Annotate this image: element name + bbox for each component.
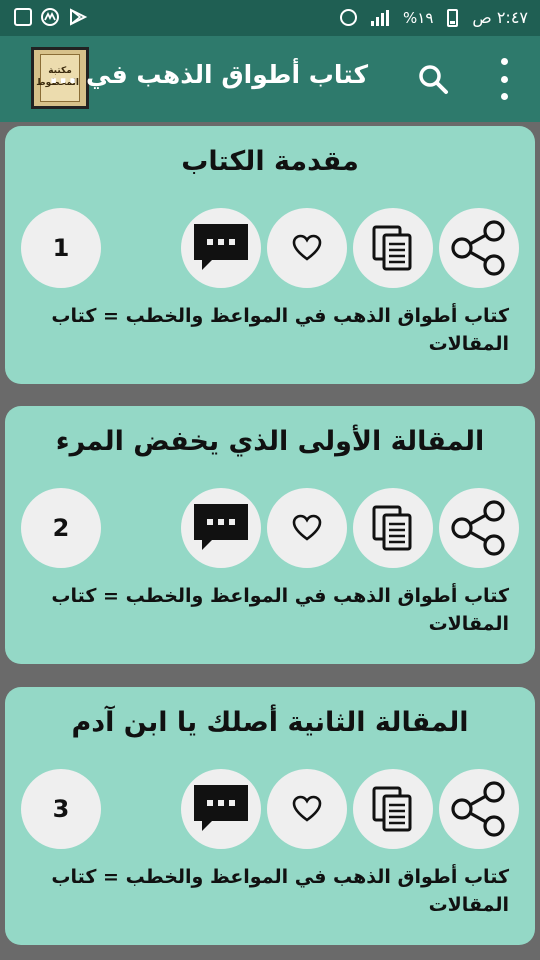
- chapter-number-badge: 3: [21, 769, 101, 849]
- copy-icon: [372, 505, 412, 551]
- status-left: [14, 7, 88, 27]
- favorite-button[interactable]: [267, 769, 347, 849]
- favorite-button[interactable]: [267, 488, 347, 568]
- chapter-description: كتاب أطواق الذهب في المواعظ والخطب = كتا…: [51, 866, 509, 916]
- comment-icon: [194, 504, 248, 550]
- chapter-title: المقالة الأولى الذي يخفض المرء: [55, 426, 485, 457]
- status-bar: %١٩ ٢:٤٧ ص: [0, 0, 540, 36]
- more-options-icon[interactable]: [497, 58, 511, 100]
- comment-button[interactable]: [181, 208, 261, 288]
- signal-icon: [371, 9, 389, 26]
- copy-button[interactable]: [353, 208, 433, 288]
- chapter-number-badge: 2: [21, 488, 101, 568]
- share-button[interactable]: [439, 488, 519, 568]
- battery-icon: [447, 8, 459, 27]
- share-icon: [451, 781, 505, 837]
- share-button[interactable]: [439, 208, 519, 288]
- copy-icon: [372, 786, 412, 832]
- page-title: كتاب أطواق الذهب في ...: [48, 60, 368, 89]
- copy-icon: [372, 225, 412, 271]
- chapter-title: المقالة الثانية أصلك يا ابن آدم: [71, 707, 469, 738]
- play-store-icon: [70, 8, 88, 26]
- heart-icon: [292, 234, 322, 261]
- copy-button[interactable]: [353, 769, 433, 849]
- alarm-icon: [340, 9, 357, 26]
- heart-icon: [292, 514, 322, 541]
- chapter-card[interactable]: مقدمة الكتاب 1 كتاب أطواق الذهب في الموا…: [5, 126, 535, 384]
- search-icon[interactable]: [416, 62, 450, 96]
- chapter-number-badge: 1: [21, 208, 101, 288]
- favorite-button[interactable]: [267, 208, 347, 288]
- status-time: ٢:٤٧ ص: [472, 8, 528, 27]
- share-button[interactable]: [439, 769, 519, 849]
- comment-button[interactable]: [181, 769, 261, 849]
- copy-button[interactable]: [353, 488, 433, 568]
- share-icon: [451, 500, 505, 556]
- chapter-card[interactable]: المقالة الثانية أصلك يا ابن آدم 3 كتاب أ…: [5, 687, 535, 945]
- comment-button[interactable]: [181, 488, 261, 568]
- chapter-number: 3: [52, 795, 70, 823]
- status-right: %١٩ ٢:٤٧ ص: [340, 8, 528, 27]
- chapter-description: كتاب أطواق الذهب في المواعظ والخطب = كتا…: [51, 585, 509, 635]
- chapter-title: مقدمة الكتاب: [181, 146, 359, 177]
- app-bar: مكتبة المخطوط كتاب أطواق الذهب في ...: [0, 36, 540, 122]
- chapter-description: كتاب أطواق الذهب في المواعظ والخطب = كتا…: [51, 305, 509, 355]
- share-icon: [451, 220, 505, 276]
- gallery-icon: [14, 8, 32, 26]
- heart-icon: [292, 795, 322, 822]
- chapter-number: 2: [52, 514, 70, 542]
- comment-icon: [194, 785, 248, 831]
- chapter-number: 1: [52, 234, 70, 262]
- chapter-card[interactable]: المقالة الأولى الذي يخفض المرء 2 كتاب أط…: [5, 406, 535, 664]
- comment-icon: [194, 224, 248, 270]
- app-notification-icon: [41, 8, 59, 26]
- battery-percent: %١٩: [403, 8, 434, 27]
